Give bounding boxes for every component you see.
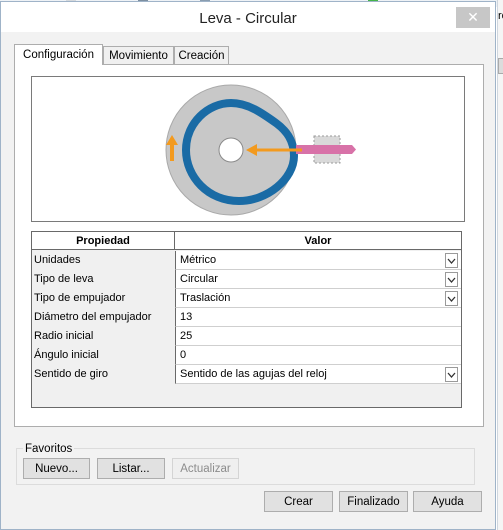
background-window-edge: ro bbox=[497, 0, 503, 530]
property-row-units: Unidades Métrico bbox=[32, 251, 461, 270]
tab-movimiento[interactable]: Movimiento bbox=[103, 46, 174, 65]
tab-label: Configuración bbox=[23, 49, 94, 61]
window-title: Leva - Circular bbox=[199, 10, 297, 27]
button-label: Crear bbox=[284, 495, 313, 508]
cam-type-select[interactable]: Circular bbox=[175, 270, 461, 289]
property-value: Sentido de las agujas del reloj bbox=[180, 368, 327, 380]
property-label: Tipo de empujador bbox=[34, 292, 126, 304]
button-label: Finalizado bbox=[347, 495, 400, 508]
property-row-initial-radius: Radio inicial 25 bbox=[32, 327, 461, 346]
background-scrollbar bbox=[498, 58, 503, 74]
chevron-down-icon[interactable] bbox=[445, 272, 458, 287]
dialog-window: Leva - Circular ✕ Configuración Movimien… bbox=[0, 1, 496, 530]
follower-type-select[interactable]: Traslación bbox=[175, 289, 461, 308]
favorites-label: Favoritos bbox=[23, 443, 75, 455]
property-value: Traslación bbox=[180, 292, 231, 304]
configuration-panel: Propiedad Valor Unidades Métrico Tipo de… bbox=[14, 64, 484, 427]
button-label: Listar... bbox=[112, 462, 150, 475]
follower-diameter-input[interactable]: 13 bbox=[175, 308, 461, 327]
button-label: Ayuda bbox=[431, 495, 464, 508]
new-favorite-button[interactable]: Nuevo... bbox=[23, 458, 90, 479]
button-label: Nuevo... bbox=[35, 462, 78, 475]
property-value: 13 bbox=[180, 311, 193, 323]
tab-configuracion[interactable]: Configuración bbox=[14, 44, 103, 65]
property-grid: Propiedad Valor Unidades Métrico Tipo de… bbox=[31, 231, 462, 408]
chevron-down-icon[interactable] bbox=[445, 253, 458, 268]
property-label: Diámetro del empujador bbox=[34, 311, 152, 323]
cam-hub-center bbox=[227, 146, 235, 154]
initial-radius-input[interactable]: 25 bbox=[175, 327, 461, 346]
title-bar: Leva - Circular ✕ bbox=[1, 2, 495, 32]
column-header-value: Valor bbox=[175, 232, 461, 250]
create-button[interactable]: Crear bbox=[264, 491, 333, 512]
follower-rod bbox=[296, 145, 352, 154]
chevron-down-icon[interactable] bbox=[445, 367, 458, 382]
help-button[interactable]: Ayuda bbox=[413, 491, 482, 512]
close-icon: ✕ bbox=[467, 9, 479, 25]
property-row-initial-angle: Ángulo inicial 0 bbox=[32, 346, 461, 365]
rotation-direction-select[interactable]: Sentido de las agujas del reloj bbox=[175, 365, 461, 384]
property-row-cam-type: Tipo de leva Circular bbox=[32, 270, 461, 289]
tab-creacion[interactable]: Creación bbox=[174, 46, 229, 65]
property-label: Unidades bbox=[34, 254, 81, 266]
close-button[interactable]: ✕ bbox=[456, 7, 490, 28]
initial-angle-input[interactable]: 0 bbox=[175, 346, 461, 365]
cam-preview bbox=[31, 76, 465, 222]
cam-diagram bbox=[165, 84, 356, 216]
tab-label: Creación bbox=[178, 50, 225, 62]
property-label: Ángulo inicial bbox=[34, 349, 99, 361]
property-label: Tipo de leva bbox=[34, 273, 94, 285]
property-label: Radio inicial bbox=[34, 330, 94, 342]
background-window-text: ro bbox=[498, 10, 503, 22]
property-value: Métrico bbox=[180, 254, 217, 266]
column-header-property: Propiedad bbox=[32, 232, 175, 250]
property-label: Sentido de giro bbox=[34, 368, 108, 380]
list-favorites-button[interactable]: Listar... bbox=[97, 458, 165, 479]
property-row-follower-type: Tipo de empujador Traslación bbox=[32, 289, 461, 308]
chevron-down-icon[interactable] bbox=[445, 291, 458, 306]
units-select[interactable]: Métrico bbox=[175, 251, 461, 270]
tab-label: Movimiento bbox=[109, 50, 168, 62]
finish-button[interactable]: Finalizado bbox=[339, 491, 408, 512]
property-value: 25 bbox=[180, 330, 193, 342]
property-row-follower-diameter: Diámetro del empujador 13 bbox=[32, 308, 461, 327]
property-value: Circular bbox=[180, 273, 218, 285]
property-value: 0 bbox=[180, 349, 187, 361]
follower-tip bbox=[352, 145, 356, 154]
property-row-rotation-direction: Sentido de giro Sentido de las agujas de… bbox=[32, 365, 461, 384]
update-favorite-button[interactable]: Actualizar bbox=[172, 458, 239, 479]
button-label: Actualizar bbox=[180, 462, 231, 475]
